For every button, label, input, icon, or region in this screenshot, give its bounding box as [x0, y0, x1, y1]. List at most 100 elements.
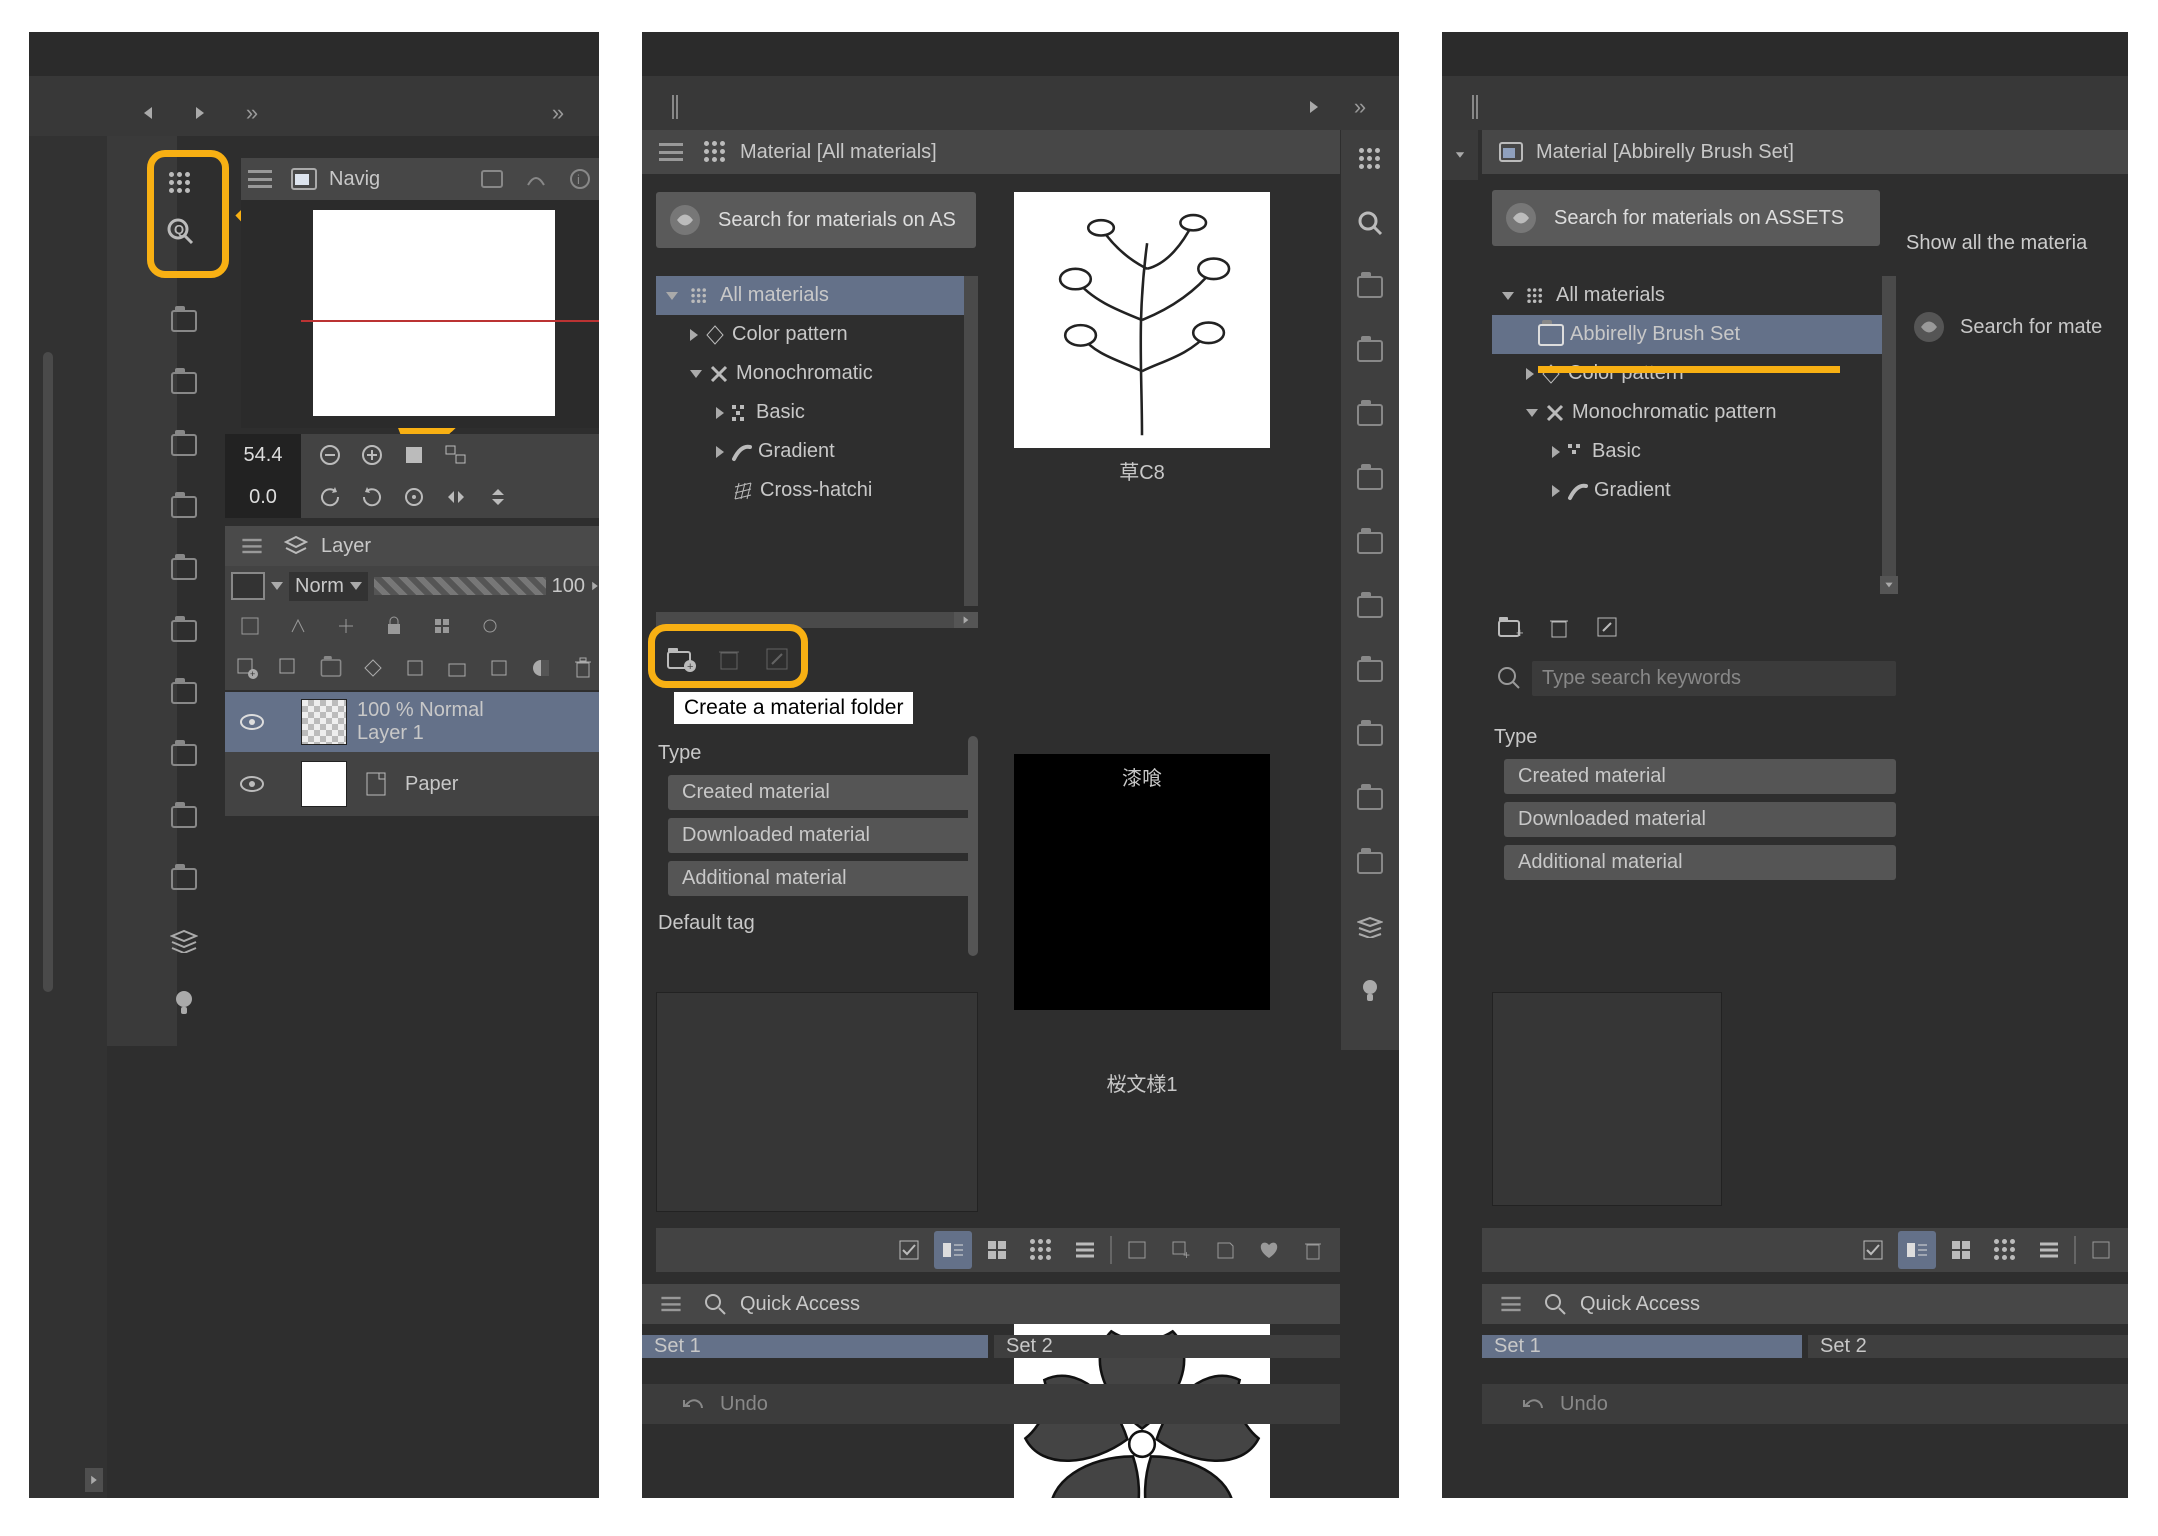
tree-color-pattern[interactable]: Color pattern — [1492, 354, 1882, 393]
search-assets-button[interactable]: Search for materials on ASSETS — [1492, 190, 1880, 246]
view-detail-button[interactable] — [1898, 1231, 1936, 1269]
expand-handle[interactable] — [85, 1468, 103, 1492]
create-material-folder-button[interactable]: + — [1492, 608, 1530, 646]
zoom-in-button[interactable] — [353, 436, 391, 474]
trash-icon[interactable] — [567, 649, 599, 687]
toolbar-check-icon[interactable] — [890, 1231, 928, 1269]
mask-icon[interactable] — [525, 649, 557, 687]
view-list-button[interactable] — [1066, 1231, 1104, 1269]
new-folder-button[interactable] — [315, 649, 347, 687]
filter-created-material[interactable]: Created material — [668, 775, 978, 810]
tb-save-icon[interactable] — [1206, 1231, 1244, 1269]
folder-icon-1[interactable] — [165, 302, 203, 340]
delete-folder-button[interactable] — [1540, 608, 1578, 646]
filter-additional-material[interactable]: Additional material — [1504, 845, 1896, 880]
lock-icon[interactable] — [375, 607, 413, 645]
flip-h-button[interactable] — [437, 478, 475, 516]
quick-set-2-tab[interactable]: Set 2 — [994, 1335, 1340, 1358]
opacity-slider[interactable] — [374, 577, 546, 595]
create-material-folder-button[interactable]: + — [662, 640, 700, 678]
view-large-grid-button[interactable] — [1942, 1231, 1980, 1269]
fit-screen-button[interactable] — [395, 436, 433, 474]
nav-next-button[interactable] — [181, 94, 219, 132]
rotation-value[interactable]: 0.0 — [225, 476, 301, 518]
layer-action-4[interactable] — [483, 649, 515, 687]
layer-tool-3[interactable] — [327, 607, 365, 645]
panel-grip-icon[interactable] — [1456, 88, 1494, 126]
nav-extra-1[interactable] — [473, 160, 511, 198]
scrollbar[interactable] — [43, 352, 53, 992]
view-large-grid-button[interactable] — [978, 1231, 1016, 1269]
tree-scroll-down[interactable] — [1880, 576, 1898, 594]
folder-icon-9[interactable] — [165, 798, 203, 836]
material-grid-icon[interactable] — [1351, 140, 1389, 178]
folder-icon-8[interactable] — [165, 736, 203, 774]
zoom-out-button[interactable] — [311, 436, 349, 474]
folder-icon-c[interactable] — [1351, 396, 1389, 434]
folder-icon-a[interactable] — [1351, 268, 1389, 306]
nav-prev-button[interactable] — [129, 94, 167, 132]
quick-set-2-tab[interactable]: Set 2 — [1808, 1335, 2128, 1358]
quick-access-icon[interactable]: Q — [161, 212, 199, 250]
tb-paste-icon[interactable] — [2082, 1231, 2120, 1269]
nav-extra-2[interactable] — [517, 160, 555, 198]
filter-additional-material[interactable]: Additional material — [668, 861, 978, 896]
material-thumb-2[interactable] — [1014, 754, 1270, 1010]
nav-overflow-button[interactable] — [539, 94, 577, 132]
undo-icon[interactable] — [1522, 1394, 1546, 1414]
tree-scrollbar-h[interactable] — [656, 612, 954, 628]
canvas-preview[interactable] — [313, 210, 555, 416]
layer-action-2[interactable] — [399, 649, 431, 687]
layer-action-1[interactable] — [357, 649, 389, 687]
quick-set-1-tab[interactable]: Set 1 — [1482, 1335, 1802, 1358]
folder-icon-f[interactable] — [1351, 588, 1389, 626]
tree-abbirelly-folder[interactable]: Abbirelly Brush Set — [1492, 315, 1882, 354]
folder-icon-d[interactable] — [1351, 460, 1389, 498]
layer-tool-5[interactable] — [423, 607, 461, 645]
view-small-grid-button[interactable] — [1986, 1231, 2024, 1269]
tree-color-pattern[interactable]: Color pattern — [656, 315, 976, 354]
swatch-dropdown-icon[interactable] — [271, 582, 283, 590]
layer-tool-2[interactable] — [279, 607, 317, 645]
quick-set-1-tab[interactable]: Set 1 — [642, 1335, 988, 1358]
rotate-ccw-button[interactable] — [311, 478, 349, 516]
quick-access-icon[interactable] — [1351, 204, 1389, 242]
type-scrollbar[interactable] — [968, 736, 978, 956]
layer-color-swatch[interactable] — [231, 572, 265, 600]
panel-grip-icon[interactable] — [656, 88, 694, 126]
edit-folder-button[interactable] — [1588, 608, 1626, 646]
tb-trash-icon[interactable] — [1294, 1231, 1332, 1269]
menu-icon[interactable] — [1492, 1285, 1530, 1323]
folder-icon-b[interactable] — [1351, 332, 1389, 370]
menu-icon[interactable] — [652, 1285, 690, 1323]
tree-cross-hatching[interactable]: Cross-hatchi — [656, 471, 976, 510]
delete-folder-button[interactable] — [710, 640, 748, 678]
tree-all-materials[interactable]: All materials — [1492, 276, 1882, 315]
layer-row-selected[interactable]: 100 % Normal Layer 1 — [225, 692, 599, 752]
toolbar-check-icon[interactable] — [1854, 1231, 1892, 1269]
layer-row-paper[interactable]: Paper — [225, 752, 599, 816]
tree-basic[interactable]: Basic — [656, 393, 976, 432]
navigator-tab-label[interactable]: Navig — [329, 168, 380, 191]
menu-icon[interactable] — [233, 527, 271, 565]
filter-downloaded-material[interactable]: Downloaded material — [668, 818, 978, 853]
filter-downloaded-material[interactable]: Downloaded material — [1504, 802, 1896, 837]
nav-next-button[interactable] — [1295, 88, 1333, 126]
folder-icon-3[interactable] — [165, 426, 203, 464]
undo-icon[interactable] — [682, 1394, 706, 1414]
tree-scroll-right[interactable] — [954, 612, 978, 628]
blend-mode-select[interactable]: Norm — [289, 572, 368, 601]
menu-icon[interactable] — [241, 160, 279, 198]
zoom-extra-button[interactable] — [437, 436, 475, 474]
tree-scrollbar[interactable] — [1882, 276, 1896, 576]
folder-icon-h[interactable] — [1351, 716, 1389, 754]
folder-icon-7[interactable] — [165, 674, 203, 712]
layer-tool-1[interactable] — [231, 607, 269, 645]
folder-icon-g[interactable] — [1351, 652, 1389, 690]
menu-icon[interactable] — [652, 133, 690, 171]
folder-icon-e[interactable] — [1351, 524, 1389, 562]
tree-monochromatic[interactable]: Monochromatic pattern — [1492, 393, 1882, 432]
stack-icon[interactable] — [1351, 908, 1389, 946]
tb-new-icon[interactable]: + — [1162, 1231, 1200, 1269]
visibility-icon[interactable] — [233, 765, 271, 803]
